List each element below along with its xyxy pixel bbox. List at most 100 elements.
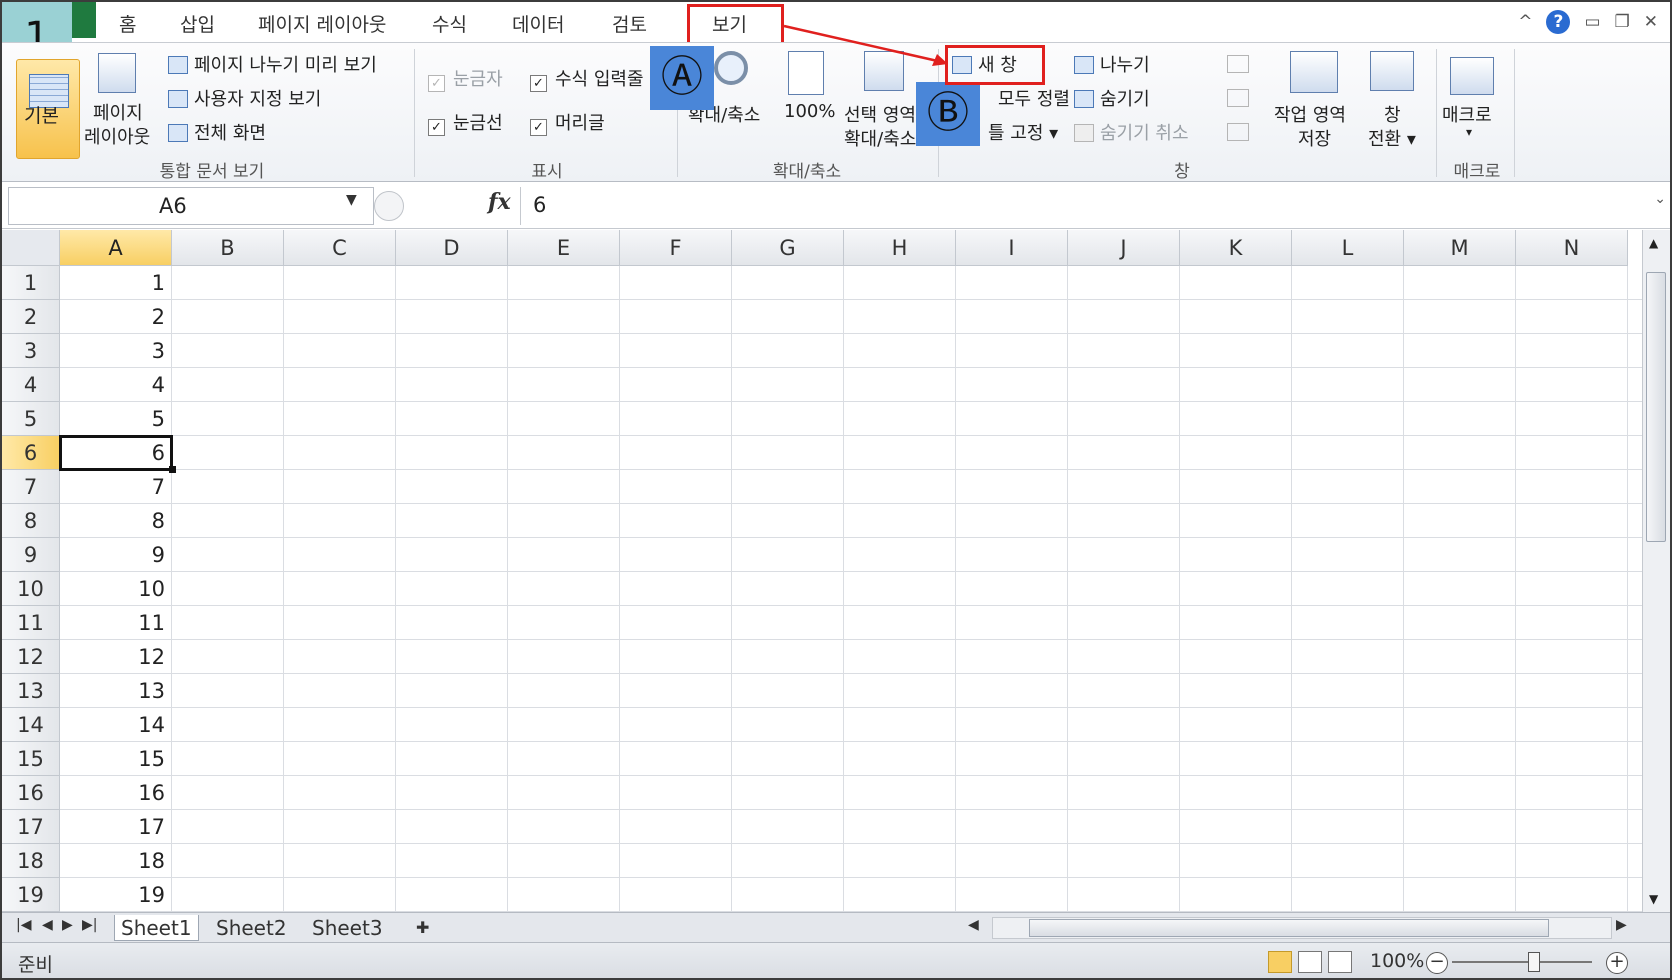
formula-bar-checkbox[interactable]: ✓ 수식 입력줄 bbox=[530, 65, 644, 92]
help-icon[interactable]: ? bbox=[1546, 10, 1571, 34]
row-header[interactable]: 19 bbox=[2, 878, 60, 912]
prev-sheet-icon[interactable]: ◀ bbox=[42, 917, 53, 933]
page-layout-label-1[interactable]: 페이지 bbox=[93, 99, 143, 125]
page-break-status-icon[interactable] bbox=[1328, 951, 1352, 973]
page-layout-status-icon[interactable] bbox=[1298, 951, 1322, 973]
sheet-tab-2[interactable]: Sheet2 bbox=[210, 915, 293, 941]
row-header[interactable]: 6 bbox=[2, 436, 60, 470]
cell-a[interactable]: 19 bbox=[60, 878, 172, 912]
column-header[interactable]: K bbox=[1180, 230, 1292, 266]
save-workspace-label-2[interactable]: 저장 bbox=[1298, 125, 1331, 151]
cell-a[interactable]: 4 bbox=[60, 368, 172, 402]
row-header[interactable]: 7 bbox=[2, 470, 60, 504]
tab-data[interactable]: 데이터 bbox=[512, 10, 564, 37]
sync-scroll-icon[interactable] bbox=[1227, 89, 1249, 107]
zoom-in-icon[interactable]: + bbox=[1606, 952, 1628, 974]
row-header[interactable]: 1 bbox=[2, 266, 60, 300]
column-header[interactable]: J bbox=[1068, 230, 1180, 266]
cell-a[interactable]: 11 bbox=[60, 606, 172, 640]
cell-a[interactable]: 2 bbox=[60, 300, 172, 334]
unhide-button[interactable]: 숨기기 취소 bbox=[1074, 119, 1189, 145]
close-icon[interactable]: ✕ bbox=[1644, 12, 1658, 32]
zoom-level[interactable]: 100% bbox=[1370, 950, 1424, 972]
column-header[interactable]: D bbox=[396, 230, 508, 266]
cell-a[interactable]: 5 bbox=[60, 402, 172, 436]
minimize-ribbon-icon[interactable]: ^ bbox=[1518, 12, 1532, 32]
row-header[interactable]: 15 bbox=[2, 742, 60, 776]
insert-sheet-icon[interactable]: ✚ bbox=[410, 915, 435, 941]
row-header[interactable]: 12 bbox=[2, 640, 60, 674]
scroll-right-icon[interactable]: ▶ bbox=[1616, 917, 1627, 933]
cell-a[interactable]: 3 bbox=[60, 334, 172, 368]
cell-a[interactable]: 9 bbox=[60, 538, 172, 572]
row-header[interactable]: 11 bbox=[2, 606, 60, 640]
sheet-tab-1[interactable]: Sheet1 bbox=[114, 915, 199, 941]
cell-a[interactable]: 12 bbox=[60, 640, 172, 674]
page-layout-label-2[interactable]: 레이아웃 bbox=[84, 123, 150, 149]
split-button[interactable]: 나누기 bbox=[1074, 51, 1150, 77]
tab-page-layout[interactable]: 페이지 레이아웃 bbox=[258, 10, 386, 37]
arrange-all-button[interactable]: 모두 정렬 bbox=[998, 85, 1070, 111]
row-header[interactable]: 13 bbox=[2, 674, 60, 708]
row-header[interactable]: 14 bbox=[2, 708, 60, 742]
zoom-selection-label-2[interactable]: 확대/축소 bbox=[844, 125, 916, 151]
scroll-left-icon[interactable]: ◀ bbox=[968, 917, 979, 933]
cell-a[interactable]: 13 bbox=[60, 674, 172, 708]
cell-a[interactable]: 15 bbox=[60, 742, 172, 776]
worksheet-grid[interactable]: ABCDEFGHIJKLMN 1 2 3 4 5 6 7 8 9 10 11 12 13 14 15 16 17… bbox=[2, 230, 1642, 912]
page-break-preview-button[interactable]: 페이지 나누기 미리 보기 bbox=[168, 51, 377, 77]
column-header[interactable]: I bbox=[956, 230, 1068, 266]
row-header[interactable]: 17 bbox=[2, 810, 60, 844]
cell-a[interactable]: 16 bbox=[60, 776, 172, 810]
zoom-100-button[interactable]: 100% bbox=[784, 101, 835, 122]
cell-a[interactable]: 7 bbox=[60, 470, 172, 504]
normal-view-status-icon[interactable] bbox=[1268, 951, 1292, 973]
row-header[interactable]: 8 bbox=[2, 504, 60, 538]
select-all-corner[interactable] bbox=[2, 230, 60, 266]
last-sheet-icon[interactable]: ▶| bbox=[82, 917, 97, 933]
switch-windows-label-1[interactable]: 창 bbox=[1384, 101, 1401, 127]
column-header[interactable]: M bbox=[1404, 230, 1516, 266]
fill-handle[interactable] bbox=[169, 466, 176, 473]
minimize-icon[interactable]: ▭ bbox=[1584, 12, 1600, 32]
cell-a[interactable]: 14 bbox=[60, 708, 172, 742]
row-header[interactable]: 10 bbox=[2, 572, 60, 606]
scroll-down-icon[interactable]: ▼ bbox=[1649, 892, 1658, 906]
row-header[interactable]: 9 bbox=[2, 538, 60, 572]
switch-windows-label-2[interactable]: 전환 ▾ bbox=[1368, 125, 1416, 151]
column-header[interactable]: B bbox=[172, 230, 284, 266]
column-header[interactable]: A bbox=[60, 230, 172, 266]
tab-formulas[interactable]: 수식 bbox=[432, 10, 467, 37]
macros-button[interactable]: 매크로 bbox=[1442, 101, 1492, 127]
row-header[interactable]: 5 bbox=[2, 402, 60, 436]
full-screen-button[interactable]: 전체 화면 bbox=[168, 119, 266, 145]
row-header[interactable]: 16 bbox=[2, 776, 60, 810]
first-sheet-icon[interactable]: |◀ bbox=[16, 917, 31, 933]
cell-a[interactable]: 8 bbox=[60, 504, 172, 538]
hide-button[interactable]: 숨기기 bbox=[1074, 85, 1150, 111]
cell-a[interactable]: 18 bbox=[60, 844, 172, 878]
custom-views-button[interactable]: 사용자 지정 보기 bbox=[168, 85, 321, 111]
sheet-tab-3[interactable]: Sheet3 bbox=[306, 915, 389, 941]
column-header[interactable]: F bbox=[620, 230, 732, 266]
horizontal-scroll-thumb[interactable] bbox=[1029, 919, 1549, 937]
name-box[interactable]: A6 bbox=[8, 187, 374, 225]
file-tab[interactable] bbox=[72, 2, 96, 38]
tab-review[interactable]: 검토 bbox=[612, 10, 647, 37]
active-cell[interactable] bbox=[59, 435, 173, 471]
column-header[interactable]: G bbox=[732, 230, 844, 266]
cell-a[interactable]: 1 bbox=[60, 266, 172, 300]
zoom-slider-track[interactable] bbox=[1452, 961, 1592, 963]
tab-home[interactable]: 홈 bbox=[119, 10, 136, 37]
insert-function-button[interactable]: fx bbox=[488, 189, 511, 215]
zoom-slider-thumb[interactable] bbox=[1528, 952, 1540, 972]
vertical-scroll-thumb[interactable] bbox=[1646, 272, 1666, 542]
row-header[interactable]: 4 bbox=[2, 368, 60, 402]
scroll-up-icon[interactable]: ▲ bbox=[1649, 236, 1658, 250]
restore-icon[interactable]: ❐ bbox=[1615, 12, 1630, 32]
column-header[interactable]: E bbox=[508, 230, 620, 266]
next-sheet-icon[interactable]: ▶ bbox=[62, 917, 73, 933]
column-header[interactable]: L bbox=[1292, 230, 1404, 266]
tab-insert[interactable]: 삽입 bbox=[180, 10, 215, 37]
vertical-scrollbar[interactable]: ▲ ▼ bbox=[1642, 230, 1670, 912]
